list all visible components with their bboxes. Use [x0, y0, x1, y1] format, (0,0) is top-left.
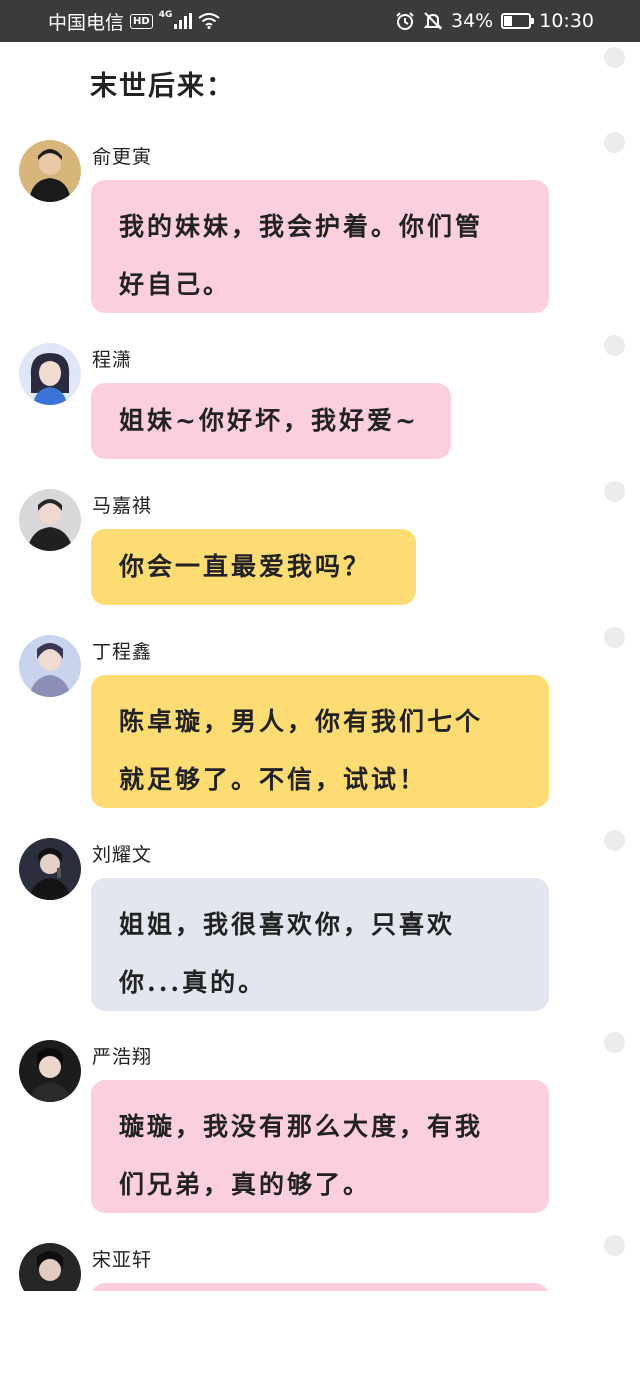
scroll-marker-dot: [604, 830, 625, 851]
bottom-blank-area: [0, 1291, 640, 1387]
sender-name: 马嘉祺: [92, 495, 153, 517]
scroll-marker-dot: [604, 627, 625, 648]
battery-icon: [501, 13, 535, 29]
scroll-marker-dot: [604, 47, 625, 68]
scroll-marker-dot: [604, 1235, 625, 1256]
network-type-label: 4G: [158, 10, 173, 20]
message-bubble[interactable]: 姐姐，我很喜欢你，只喜欢 你...真的。: [91, 878, 549, 1011]
mute-bell-icon: [423, 11, 443, 31]
sender-name: 程潇: [92, 349, 133, 371]
sender-name: 俞更寅: [92, 146, 153, 168]
scroll-marker-dot: [604, 132, 625, 153]
clock-label: 10:30: [539, 10, 594, 32]
message-bubble[interactable]: 璇璇，我没有那么大度，有我 们兄弟，真的够了。: [91, 1080, 549, 1213]
signal-icon: [174, 13, 193, 29]
hd-badge: HD: [130, 13, 153, 29]
avatar[interactable]: [19, 140, 81, 202]
avatar[interactable]: [19, 635, 81, 697]
sender-name: 宋亚轩: [92, 1249, 153, 1271]
scroll-marker-dot: [604, 481, 625, 502]
message-bubble[interactable]: 我的妹妹，我会护着。你们管 好自己。: [91, 180, 549, 313]
battery-percent-label: 34%: [451, 10, 494, 32]
page-title: 末世后来：: [90, 71, 235, 102]
avatar[interactable]: [19, 1040, 81, 1102]
alarm-icon: [395, 11, 415, 31]
avatar[interactable]: [19, 489, 81, 551]
carrier-label: 中国电信: [48, 11, 125, 34]
message-bubble[interactable]: 陈卓璇，男人，你有我们七个 就足够了。不信，试试！: [91, 675, 549, 808]
sender-name: 刘耀文: [92, 844, 153, 866]
avatar[interactable]: [19, 838, 81, 900]
sender-name: 严浩翔: [92, 1046, 153, 1068]
message-bubble[interactable]: 你会一直最爱我吗？: [91, 529, 416, 605]
scroll-marker-dot: [604, 1032, 625, 1053]
sender-name: 丁程鑫: [92, 641, 153, 663]
battery-level-fill: [504, 16, 513, 26]
wifi-icon: [198, 13, 220, 29]
status-bar: 中国电信 HD 4G 34% 10:30: [0, 0, 640, 42]
message-bubble[interactable]: 姐妹~你好坏，我好爱~: [91, 383, 451, 459]
scroll-marker-dot: [604, 335, 625, 356]
avatar[interactable]: [19, 343, 81, 405]
